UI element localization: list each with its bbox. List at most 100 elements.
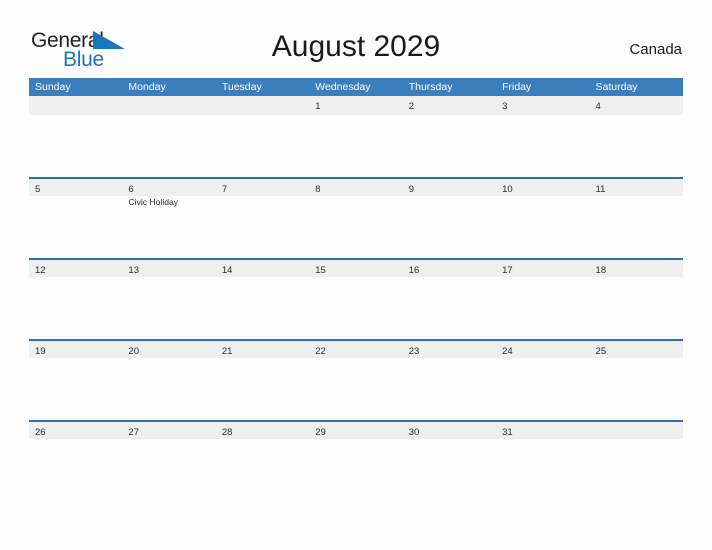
week-row: 12 13 14 15 16 17 18 (29, 258, 683, 339)
event-cell[interactable] (309, 439, 402, 501)
event-cell[interactable] (496, 115, 589, 177)
week-event-band (29, 115, 683, 177)
day-cell[interactable]: 27 (122, 422, 215, 439)
day-number: 9 (408, 184, 414, 195)
event-cell[interactable] (403, 358, 496, 420)
event-cell[interactable] (309, 115, 402, 177)
day-number: 26 (35, 427, 46, 438)
event-cell[interactable] (403, 439, 496, 501)
event-cell[interactable] (403, 115, 496, 177)
day-cell[interactable]: 21 (216, 341, 309, 358)
day-number: 29 (315, 427, 326, 438)
day-number: 25 (595, 346, 607, 357)
weekday-thursday: Thursday (408, 81, 453, 93)
event-cell[interactable] (309, 277, 402, 339)
day-cell[interactable]: 25 (590, 341, 683, 358)
day-number: 10 (502, 184, 513, 195)
day-cell[interactable]: 13 (122, 260, 215, 277)
day-number: 21 (221, 346, 233, 357)
event-cell[interactable] (29, 439, 122, 501)
week-event-band (29, 358, 683, 420)
day-cell[interactable]: 5 (29, 179, 122, 196)
day-number: 7 (221, 184, 228, 195)
day-number: 8 (315, 184, 321, 195)
day-cell[interactable]: 26 (29, 422, 122, 439)
day-cell[interactable] (29, 96, 122, 115)
week-date-band: 26 27 28 29 30 31 (29, 420, 683, 439)
day-cell[interactable]: 7 (216, 179, 309, 196)
day-cell[interactable]: 22 (309, 341, 402, 358)
day-cell[interactable]: 4 (590, 96, 683, 115)
event-cell[interactable] (29, 115, 122, 177)
event-cell[interactable] (122, 439, 215, 501)
event-cell[interactable] (122, 277, 215, 339)
event-cell[interactable] (590, 358, 683, 420)
day-cell[interactable]: 28 (216, 422, 309, 439)
day-cell[interactable]: 11 (590, 179, 683, 196)
event-cell[interactable] (309, 358, 402, 420)
day-number: 4 (595, 101, 601, 112)
week-row: 26 27 28 29 30 31 (29, 420, 683, 501)
event-cell[interactable] (590, 277, 683, 339)
week-event-band (29, 277, 683, 339)
day-cell[interactable]: 24 (496, 341, 589, 358)
day-cell[interactable]: 15 (309, 260, 402, 277)
event-cell[interactable] (29, 358, 122, 420)
day-cell[interactable]: 1 (309, 96, 402, 115)
day-cell[interactable]: 29 (309, 422, 402, 439)
day-cell[interactable]: 6 (122, 179, 215, 196)
event-cell[interactable] (216, 439, 309, 501)
day-cell[interactable]: 18 (590, 260, 683, 277)
day-cell[interactable]: 8 (309, 179, 402, 196)
day-cell[interactable]: 3 (496, 96, 589, 115)
day-cell[interactable]: 10 (496, 179, 589, 196)
day-number: 20 (128, 346, 139, 357)
day-cell[interactable]: 2 (403, 96, 496, 115)
day-number: 28 (221, 427, 233, 438)
event-cell[interactable] (309, 196, 402, 258)
event-cell[interactable] (29, 196, 122, 258)
day-cell[interactable]: 14 (216, 260, 309, 277)
event-cell[interactable] (496, 439, 589, 501)
weekday-friday: Friday (502, 81, 532, 93)
week-date-band: 1 2 3 4 (29, 96, 683, 115)
day-number: 30 (408, 427, 420, 438)
event-cell[interactable] (29, 277, 122, 339)
day-cell[interactable] (122, 96, 215, 115)
day-number: 12 (35, 265, 46, 276)
day-cell[interactable]: 17 (496, 260, 589, 277)
day-cell[interactable]: 9 (403, 179, 496, 196)
day-cell[interactable]: 31 (496, 422, 589, 439)
weekday-sunday: Sunday (35, 81, 71, 93)
event-cell[interactable] (216, 277, 309, 339)
week-row: 19 20 21 22 23 24 25 (29, 339, 683, 420)
day-cell[interactable]: 20 (122, 341, 215, 358)
event-cell[interactable] (216, 115, 309, 177)
event-cell[interactable] (122, 115, 215, 177)
week-row: 1 2 3 4 (29, 96, 683, 177)
event-cell[interactable] (216, 358, 309, 420)
day-number: 6 (128, 184, 134, 195)
day-cell[interactable]: 19 (29, 341, 122, 358)
week-date-band: 12 13 14 15 16 17 18 (29, 258, 683, 277)
event-cell[interactable] (590, 439, 683, 501)
day-number: 27 (128, 427, 139, 438)
event-cell[interactable] (216, 196, 309, 258)
day-cell[interactable]: 12 (29, 260, 122, 277)
event-cell[interactable] (590, 115, 683, 177)
day-cell[interactable]: 16 (403, 260, 496, 277)
event-cell[interactable] (403, 196, 496, 258)
day-cell[interactable] (590, 422, 683, 439)
event-cell[interactable] (122, 358, 215, 420)
day-cell[interactable] (216, 96, 309, 115)
event-cell[interactable] (496, 196, 589, 258)
event-cell[interactable] (496, 277, 589, 339)
event-cell[interactable] (403, 277, 496, 339)
day-cell[interactable]: 30 (403, 422, 496, 439)
event-cell[interactable]: Civic Holiday (122, 196, 215, 258)
weekday-header-row: Sunday Monday Tuesday Wednesday Thursday… (29, 78, 683, 96)
day-cell[interactable]: 23 (403, 341, 496, 358)
week-date-band: 19 20 21 22 23 24 25 (29, 339, 683, 358)
event-cell[interactable] (496, 358, 589, 420)
event-cell[interactable] (590, 196, 683, 258)
